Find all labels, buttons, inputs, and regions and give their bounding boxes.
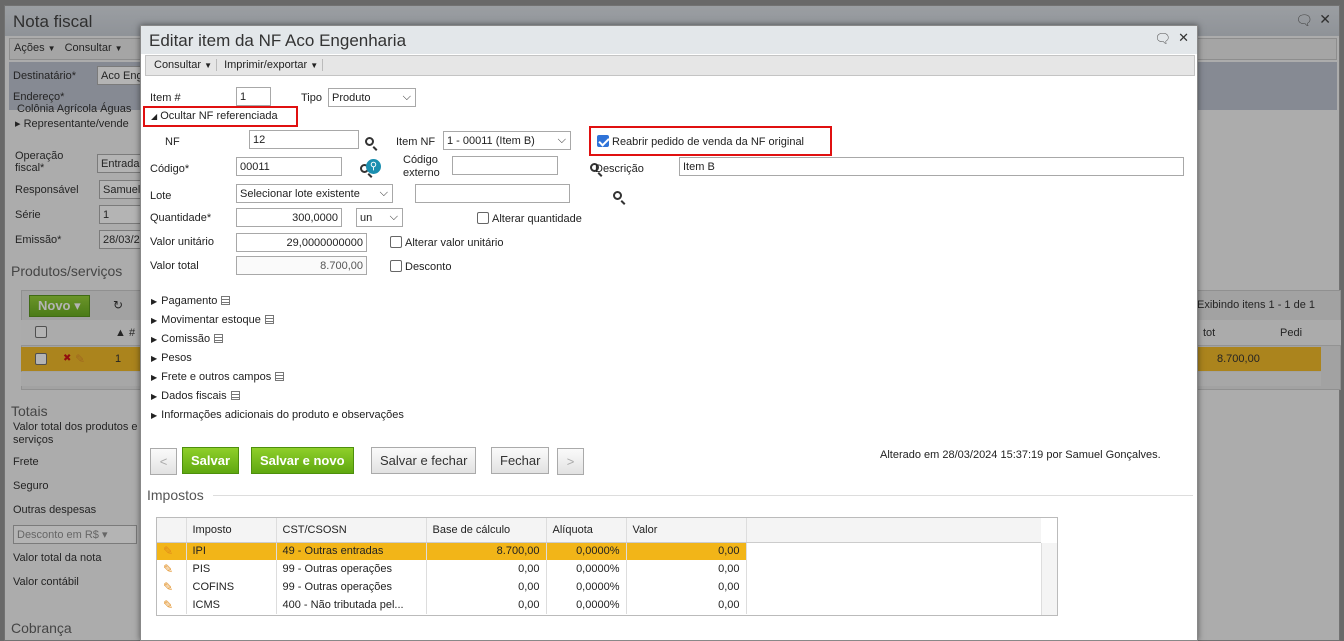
- cell-cst: 49 - Outras entradas: [276, 542, 427, 560]
- lote-search-field[interactable]: [415, 184, 570, 203]
- tipo-select[interactable]: Produto ⌵: [328, 88, 416, 107]
- cell-aliquota: 0,0000%: [546, 578, 627, 596]
- edit-icon[interactable]: ✎: [157, 596, 187, 614]
- codigo-field[interactable]: 00011: [236, 157, 342, 176]
- tipo-label: Tipo: [301, 92, 322, 104]
- alterado-info: Alterado em 28/03/2024 15:37:19 por Samu…: [880, 449, 1161, 461]
- impostos-header-row: Imposto CST/CSOSN Base de cálculo Alíquo…: [157, 518, 1041, 543]
- collapsible-sections: ▶ Pagamento ▶ Movimentar estoque ▶ Comissão…: [151, 292, 404, 425]
- edit-icon[interactable]: ✎: [157, 560, 187, 578]
- impostos-grid: Imposto CST/CSOSN Base de cálculo Alíquo…: [156, 517, 1058, 616]
- list-icon: [230, 391, 240, 400]
- fechar-button[interactable]: Fechar: [491, 447, 550, 474]
- section-pagamento[interactable]: ▶ Pagamento: [151, 292, 404, 311]
- quantidade-field[interactable]: 300,0000: [236, 208, 342, 227]
- list-icon: [264, 315, 274, 324]
- cell-valor: 0,00: [626, 578, 747, 596]
- cell-valor: 0,00: [626, 560, 747, 578]
- next-button[interactable]: >: [557, 448, 584, 475]
- descricao-label: Descrição: [595, 163, 644, 175]
- col-cst[interactable]: CST/CSOSN: [276, 518, 427, 543]
- search-icon[interactable]: [365, 137, 374, 146]
- chat-icon[interactable]: 🗨: [1154, 31, 1171, 47]
- lote-select[interactable]: Selecionar lote existente ⌵: [236, 184, 393, 203]
- section-dados-fiscais[interactable]: ▶ Dados fiscais: [151, 387, 404, 406]
- nf-field[interactable]: 12: [249, 130, 359, 149]
- reabrir-checkbox[interactable]: Reabrir pedido de venda da NF original: [597, 135, 804, 148]
- cell-aliquota: 0,0000%: [546, 542, 627, 560]
- codigo-label: Código*: [150, 163, 190, 175]
- list-icon: [214, 334, 224, 343]
- salvar-novo-button[interactable]: Salvar e novo: [251, 447, 354, 474]
- close-icon[interactable]: ✕: [1178, 30, 1189, 46]
- dialog-toolbar: Consultar Imprimir/exportar: [145, 55, 1195, 76]
- valor-total-label: Valor total: [150, 260, 199, 272]
- search-icon[interactable]: [613, 191, 623, 200]
- col-base[interactable]: Base de cálculo: [426, 518, 547, 543]
- descricao-field[interactable]: Item B: [679, 157, 1184, 176]
- edit-item-dialog: Editar item da NF Aco Engenharia 🗨 ✕ Con…: [140, 25, 1198, 641]
- cell-base: 0,00: [426, 560, 547, 578]
- col-valor[interactable]: Valor: [626, 518, 747, 543]
- codigo-externo-label: Código externo: [403, 154, 440, 179]
- unidade-select[interactable]: un ⌵: [356, 208, 403, 227]
- cell-base: 0,00: [426, 596, 547, 614]
- section-pesos[interactable]: ▶ Pesos: [151, 349, 404, 368]
- item-nf-label: Item NF: [396, 136, 436, 148]
- alterar-quantidade-checkbox[interactable]: Alterar quantidade: [477, 212, 582, 225]
- section-movimentar-estoque[interactable]: ▶ Movimentar estoque: [151, 311, 404, 330]
- salvar-button[interactable]: Salvar: [182, 447, 240, 474]
- item-label: Item #: [150, 92, 181, 104]
- cell-base: 0,00: [426, 578, 547, 596]
- key-icon[interactable]: ⚲: [366, 159, 381, 174]
- nf-label: NF: [165, 136, 180, 148]
- table-row[interactable]: ✎ IPI 49 - Outras entradas 8.700,00 0,00…: [157, 542, 1041, 560]
- cell-imposto: COFINS: [186, 578, 277, 596]
- vertical-scrollbar[interactable]: [1041, 543, 1057, 615]
- valor-total-field: 8.700,00: [236, 256, 367, 275]
- valor-unitario-label: Valor unitário: [150, 236, 214, 248]
- imprimir-menu[interactable]: Imprimir/exportar: [220, 59, 324, 71]
- table-row[interactable]: ✎ ICMS 400 - Não tributada pel... 0,00 0…: [157, 596, 1041, 614]
- edit-icon[interactable]: ✎: [157, 578, 187, 596]
- cell-cst: 99 - Outras operações: [276, 560, 427, 578]
- cell-valor: 0,00: [626, 596, 747, 614]
- consultar-menu[interactable]: Consultar: [150, 59, 217, 71]
- prev-button[interactable]: <: [150, 448, 177, 475]
- cell-base: 8.700,00: [426, 542, 547, 560]
- dialog-title: Editar item da NF Aco Engenharia: [141, 26, 1197, 54]
- list-icon: [275, 372, 285, 381]
- col-imposto[interactable]: Imposto: [186, 518, 277, 543]
- cell-imposto: PIS: [186, 560, 277, 578]
- alterar-valor-unitario-checkbox[interactable]: Alterar valor unitário: [390, 236, 503, 249]
- cell-aliquota: 0,0000%: [546, 560, 627, 578]
- col-aliquota[interactable]: Alíquota: [546, 518, 627, 543]
- section-informacoes[interactable]: ▶ Informações adicionais do produto e obs…: [151, 406, 404, 425]
- cell-imposto: IPI: [186, 542, 277, 560]
- cell-aliquota: 0,0000%: [546, 596, 627, 614]
- codigo-externo-field[interactable]: [452, 156, 558, 175]
- item-field[interactable]: 1: [236, 87, 271, 106]
- salvar-fechar-button[interactable]: Salvar e fechar: [371, 447, 477, 474]
- cell-cst: 99 - Outras operações: [276, 578, 427, 596]
- section-comissao[interactable]: ▶ Comissão: [151, 330, 404, 349]
- impostos-title: Impostos: [147, 487, 204, 503]
- cell-imposto: ICMS: [186, 596, 277, 614]
- section-frete[interactable]: ▶ Frete e outros campos: [151, 368, 404, 387]
- valor-unitario-field[interactable]: 29,0000000000: [236, 233, 367, 252]
- edit-icon[interactable]: ✎: [157, 542, 187, 560]
- desconto-checkbox[interactable]: Desconto: [390, 260, 451, 273]
- table-row[interactable]: ✎ COFINS 99 - Outras operações 0,00 0,00…: [157, 578, 1041, 596]
- cell-cst: 400 - Não tributada pel...: [276, 596, 427, 614]
- table-row[interactable]: ✎ PIS 99 - Outras operações 0,00 0,0000%…: [157, 560, 1041, 578]
- list-icon: [221, 296, 231, 305]
- cell-valor: 0,00: [626, 542, 747, 560]
- item-nf-select[interactable]: 1 - 00011 (Item B) ⌵: [443, 131, 571, 150]
- ocultar-nf-toggle[interactable]: ◢ Ocultar NF referenciada: [151, 110, 278, 122]
- divider: [213, 495, 1193, 496]
- lote-label: Lote: [150, 190, 172, 202]
- quantidade-label: Quantidade*: [150, 212, 212, 224]
